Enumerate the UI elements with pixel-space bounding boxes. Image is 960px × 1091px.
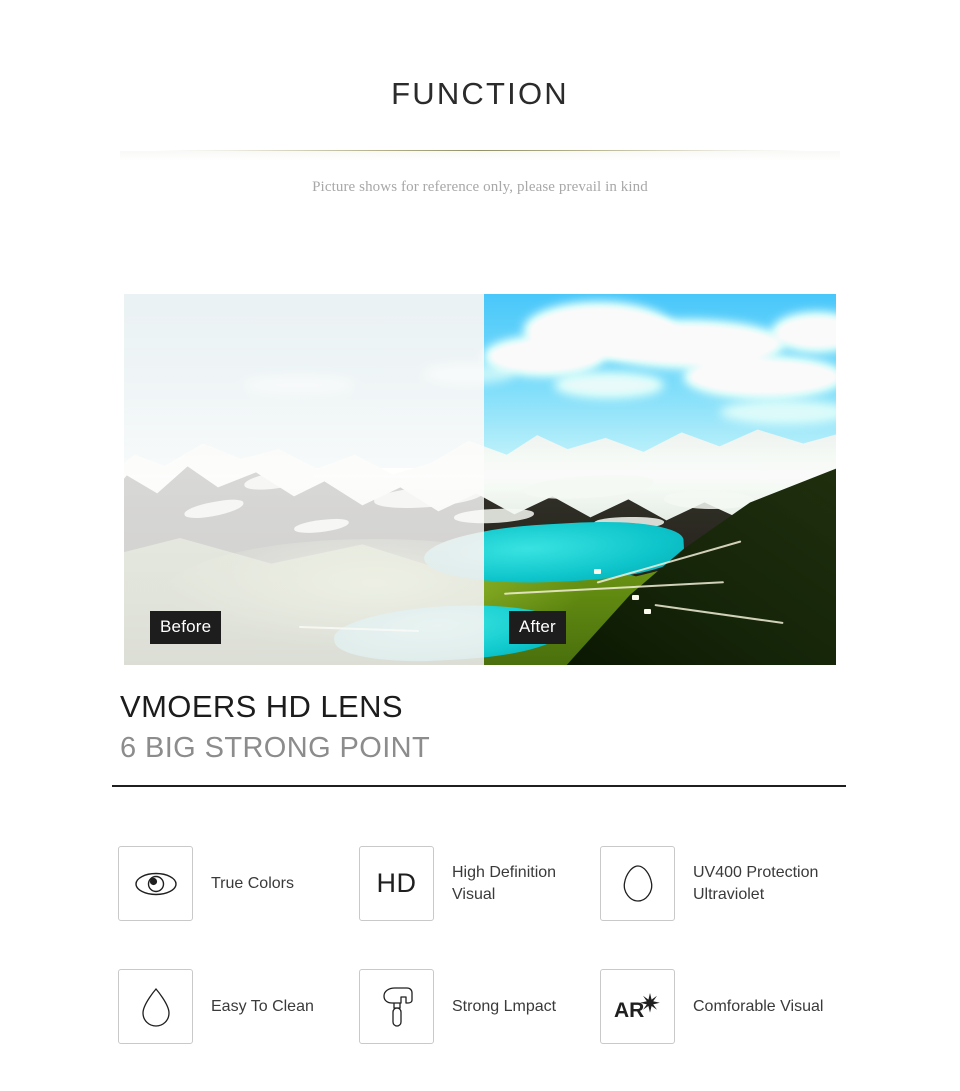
haze-overlay	[124, 294, 484, 665]
hammer-icon-glyph	[382, 986, 413, 1027]
ar-icon-glyph: AR	[614, 992, 660, 1022]
before-after-comparison-image: Before After	[124, 294, 836, 665]
divider-glow	[120, 151, 840, 161]
hd-icon: HD	[359, 846, 434, 921]
feature-label: Comforable Visual	[693, 997, 824, 1015]
comparison-before-half	[124, 294, 484, 665]
feature-label: High Definition Visual	[452, 863, 557, 903]
feature-item-strong-impact: Strong Lmpact	[359, 969, 600, 1044]
alpine-hut	[644, 609, 651, 615]
hd-icon-text: HD	[376, 868, 417, 898]
landscape-scene-after	[484, 294, 836, 665]
cloud	[554, 372, 664, 398]
section-rule	[112, 785, 846, 787]
shield-icon	[600, 846, 675, 921]
feature-label: Easy To Clean	[211, 997, 314, 1015]
droplet-icon-glyph	[141, 987, 170, 1027]
feature-item-uv400: UV400 Protection Ultraviolet	[600, 846, 858, 921]
cloud	[684, 356, 836, 398]
feature-item-easy-to-clean: Easy To Clean	[118, 969, 359, 1044]
feature-label: UV400 Protection Ultraviolet	[693, 863, 819, 903]
ar-icon: AR	[600, 969, 675, 1044]
brand-subtitle: 6 BIG STRONG POINT	[120, 732, 431, 764]
feature-item-comfortable-visual: AR Comforable Visual	[600, 969, 858, 1044]
feature-grid: True Colors HD High Definition Visual UV…	[118, 846, 858, 1044]
after-label: After	[509, 611, 566, 644]
droplet-icon	[118, 969, 193, 1044]
eye-icon-glyph	[134, 872, 177, 895]
before-label: Before	[150, 611, 222, 644]
page-title: FUNCTION	[391, 76, 569, 111]
svg-text:AR: AR	[614, 999, 644, 1022]
alpine-hut	[594, 568, 601, 574]
feature-label: Strong Lmpact	[452, 997, 557, 1015]
brand-title: VMOERS HD LENS	[120, 689, 403, 724]
feature-item-high-definition: HD High Definition Visual	[359, 846, 600, 921]
shield-icon-glyph	[623, 864, 652, 902]
feature-item-true-colors: True Colors	[118, 846, 359, 921]
eye-icon	[118, 846, 193, 921]
header-divider	[0, 150, 960, 161]
alpine-hut	[632, 594, 639, 600]
feature-label: True Colors	[211, 874, 294, 892]
brand-heading-block: VMOERS HD LENS 6 BIG STRONG POINT	[120, 686, 430, 768]
page-header: FUNCTION Picture shows for reference onl…	[0, 0, 960, 196]
hammer-icon	[359, 969, 434, 1044]
comparison-after-half	[484, 294, 836, 665]
